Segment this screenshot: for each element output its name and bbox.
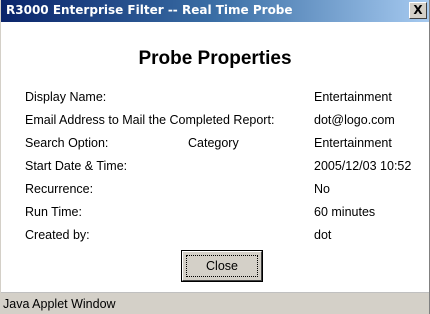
property-row-recurrence: Recurrence: No [1, 180, 429, 198]
status-text: Java Applet Window [3, 297, 116, 311]
property-row-run-time: Run Time: 60 minutes [1, 203, 429, 221]
property-label: Start Date & Time: [25, 159, 128, 173]
property-row-email: Email Address to Mail the Completed Repo… [1, 111, 429, 129]
property-label: Search Option: [25, 136, 109, 150]
property-value: Entertainment [314, 90, 392, 104]
property-value: 60 minutes [314, 205, 376, 219]
property-label: Recurrence: [25, 182, 94, 196]
property-label: Display Name: [25, 90, 107, 104]
property-row-created-by: Created by: dot [1, 226, 429, 244]
property-value: Entertainment [314, 136, 392, 150]
close-button[interactable]: Close [182, 251, 262, 281]
status-bar: Java Applet Window [1, 292, 429, 314]
close-button-label: Close [186, 255, 258, 277]
property-value: dot@logo.com [314, 113, 395, 127]
property-value: 2005/12/03 10:52 [314, 159, 412, 173]
title-bar[interactable]: R3000 Enterprise Filter -- Real Time Pro… [1, 0, 429, 22]
probe-properties-window: R3000 Enterprise Filter -- Real Time Pro… [0, 0, 430, 314]
property-row-start-date: Start Date & Time: 2005/12/03 10:52 [1, 157, 429, 175]
property-row-display-name: Display Name: Entertainment [1, 88, 429, 106]
page-title: Probe Properties [138, 48, 292, 69]
window-title: R3000 Enterprise Filter -- Real Time Pro… [6, 3, 293, 17]
property-label: Run Time: [25, 205, 82, 219]
property-label: Created by: [25, 228, 90, 242]
property-value: dot [314, 228, 332, 242]
property-row-search-option: Search Option: Category Entertainment [1, 134, 429, 152]
property-value: No [314, 182, 330, 196]
property-sub-label: Category [188, 136, 239, 150]
window-close-icon[interactable]: X [409, 2, 427, 19]
property-label: Email Address to Mail the Completed Repo… [25, 113, 275, 127]
